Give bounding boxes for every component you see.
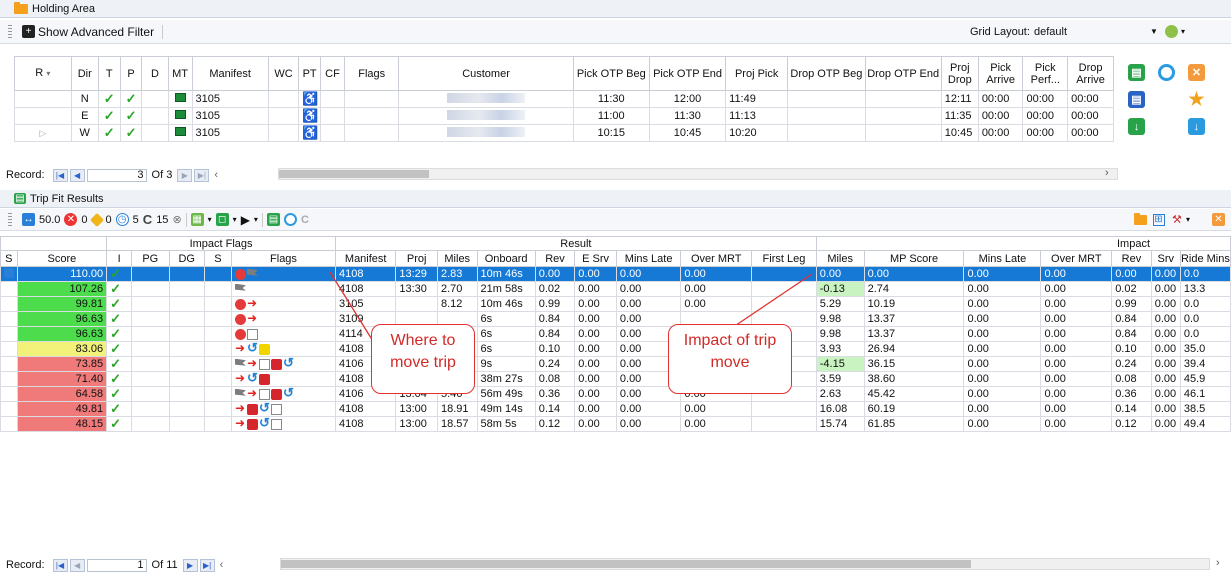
callout-arrows (329, 271, 813, 347)
trip-hscroll-thumb[interactable] (281, 560, 971, 568)
last-record-button-2[interactable]: ▶| (199, 558, 215, 572)
scroll-right-icon-2[interactable]: › (1216, 557, 1220, 569)
record-of-2: Of 11 (151, 559, 178, 571)
first-record-button-2[interactable]: |◀ (52, 558, 68, 572)
trip-hscroll[interactable] (280, 558, 1210, 570)
left-callout-line (329, 271, 377, 347)
record-label-2: Record: (6, 559, 45, 571)
prev-record-button-2[interactable]: ◀ (69, 558, 85, 572)
scroll-left-icon-2[interactable]: ‹ (220, 559, 224, 571)
next-record-button-2[interactable]: ▶ (182, 558, 198, 572)
callout-impact-of-move: Impact of trip move (668, 324, 792, 394)
record-position-2[interactable]: 1 (86, 558, 147, 572)
callout-where-to-move: Where to move trip (371, 324, 475, 394)
trip-record-nav: Record: |◀ ◀ 1 Of 11 ▶ ▶| ‹ (0, 556, 224, 574)
